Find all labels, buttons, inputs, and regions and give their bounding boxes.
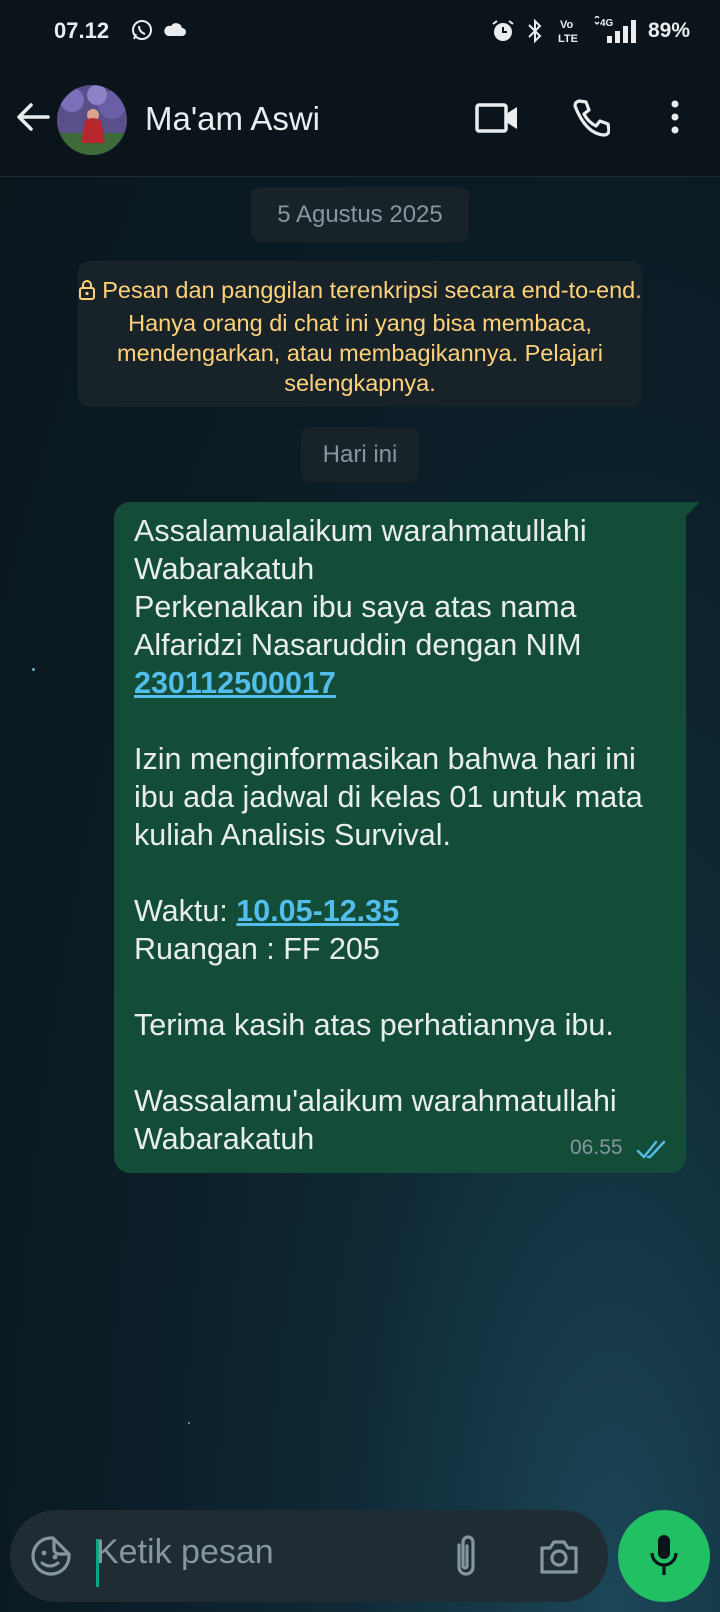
today-chip: Hari ini (301, 427, 419, 482)
voice-message-button[interactable] (618, 1510, 710, 1602)
closing-line: Wassalamu'alaikum warahmatullahi Wabarak… (134, 1084, 626, 1156)
status-time: 07.12 (54, 18, 110, 43)
status-bar: 07.12 Vo LTE 4G 89% (0, 0, 720, 64)
svg-text:Vo: Vo (560, 19, 574, 31)
whatsapp-icon (130, 18, 154, 47)
more-options-icon[interactable] (665, 98, 685, 143)
wallpaper-star (188, 1422, 190, 1424)
volte-icon: Vo LTE (558, 17, 584, 50)
back-arrow-icon[interactable] (14, 98, 52, 141)
read-receipt-icon (636, 1139, 670, 1166)
message-time: 06.55 (570, 1136, 623, 1159)
encryption-notice[interactable]: Pesan dan panggilan terenkripsi secara e… (78, 261, 642, 407)
attach-icon[interactable] (450, 1533, 482, 1584)
lock-icon (78, 278, 96, 308)
message-text: Assalamualaikum warahmatullahi Wabarakat… (134, 512, 674, 1158)
bluetooth-icon (526, 18, 544, 49)
chat-header: Ma'am Aswi (0, 64, 720, 177)
room-line: Ruangan : FF 205 (134, 932, 380, 966)
cloud-icon (162, 18, 188, 47)
camera-icon[interactable] (538, 1536, 580, 1581)
avatar[interactable] (57, 85, 127, 155)
contact-name[interactable]: Ma'am Aswi (145, 100, 320, 138)
alarm-icon (490, 18, 516, 49)
intro-line: Perkenalkan ibu saya atas nama Alfaridzi… (134, 590, 584, 662)
mic-icon (649, 1533, 679, 1584)
battery-percent: 89% (647, 19, 690, 42)
thanks-line: Terima kasih atas perhatiannya ibu. (134, 1008, 614, 1042)
voice-call-icon[interactable] (570, 98, 611, 143)
sticker-icon[interactable] (30, 1535, 72, 1582)
signal-icon (606, 20, 640, 49)
video-call-icon[interactable] (474, 98, 520, 143)
nim-link[interactable]: 230112500017 (134, 666, 336, 700)
time-label: Waktu: (134, 894, 237, 928)
bubble-tail (684, 502, 700, 518)
svg-text:LTE: LTE (558, 33, 578, 45)
message-input[interactable]: Ketik pesan (96, 1533, 274, 1572)
date-chip: 5 Agustus 2025 (251, 187, 469, 242)
greeting-line: Assalamualaikum warahmatullahi Wabarakat… (134, 514, 596, 586)
time-link[interactable]: 10.05-12.35 (236, 894, 399, 928)
encryption-notice-text: Pesan dan panggilan terenkripsi secara e… (102, 277, 642, 396)
wallpaper-star (32, 668, 35, 671)
schedule-line: Izin menginformasikan bahwa hari ini ibu… (134, 742, 652, 852)
